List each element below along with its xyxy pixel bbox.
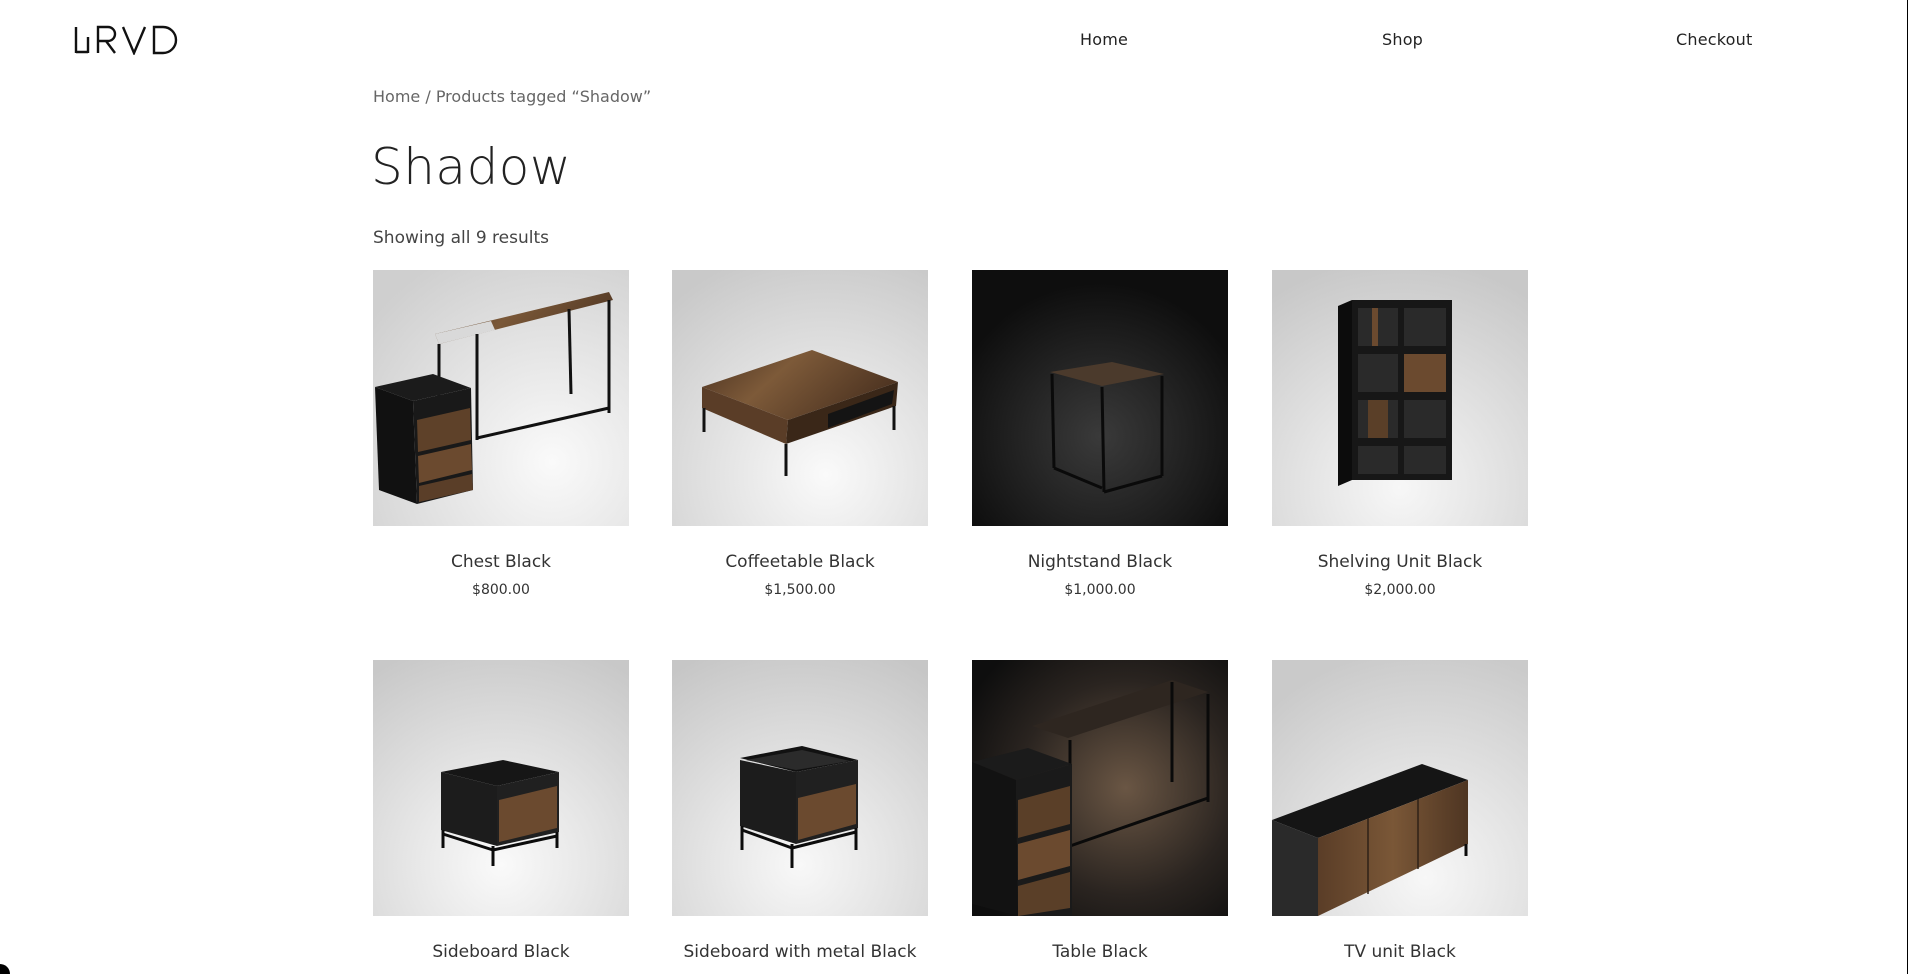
hrvd-logo[interactable]: [74, 25, 182, 55]
nav-checkout-link[interactable]: Checkout: [1676, 30, 1752, 49]
product-name[interactable]: Sideboard with metal Black: [672, 942, 928, 962]
product-image-sideboard[interactable]: [373, 660, 629, 916]
product-card[interactable]: Nightstand Black $1,000.00: [972, 270, 1228, 598]
breadcrumb-current: Products tagged “Shadow”: [435, 87, 652, 106]
nav-shop-link[interactable]: Shop: [1382, 30, 1423, 49]
product-card[interactable]: Sideboard Black: [373, 660, 629, 962]
nav-home-link[interactable]: Home: [1080, 30, 1128, 49]
product-name[interactable]: Sideboard Black: [373, 942, 629, 962]
product-card[interactable]: Sideboard with metal Black: [672, 660, 928, 962]
product-name[interactable]: Coffeetable Black: [672, 552, 928, 572]
breadcrumb-separator: /: [420, 87, 436, 106]
product-image-coffeetable[interactable]: [672, 270, 928, 526]
page-title: Shadow: [371, 138, 572, 196]
product-image-nightstand[interactable]: [972, 270, 1228, 526]
product-image-table[interactable]: [972, 660, 1228, 916]
breadcrumb-home-link[interactable]: Home: [373, 87, 420, 106]
product-card[interactable]: Chest Black $800.00: [373, 270, 629, 598]
product-card[interactable]: Coffeetable Black $1,500.00: [672, 270, 928, 598]
product-image-shelving[interactable]: [1272, 270, 1528, 526]
product-name[interactable]: Table Black: [972, 942, 1228, 962]
result-count: Showing all 9 results: [373, 228, 550, 248]
product-image-tv-unit[interactable]: [1272, 660, 1528, 916]
site-header: Home Shop Checkout: [0, 0, 1908, 80]
window-corner: [0, 964, 10, 974]
product-price: $800.00: [472, 582, 530, 598]
product-price: $1,500.00: [764, 582, 836, 598]
product-name[interactable]: Nightstand Black: [972, 552, 1228, 572]
product-name[interactable]: Chest Black: [373, 552, 629, 572]
product-name[interactable]: TV unit Black: [1272, 942, 1528, 962]
product-image-desk[interactable]: [373, 270, 629, 526]
product-card[interactable]: Shelving Unit Black $2,000.00: [1272, 270, 1528, 598]
product-name[interactable]: Shelving Unit Black: [1272, 552, 1528, 572]
product-card[interactable]: Table Black: [972, 660, 1228, 962]
product-image-sideboard-metal[interactable]: [672, 660, 928, 916]
product-card[interactable]: TV unit Black: [1272, 660, 1528, 962]
product-price: $2,000.00: [1364, 582, 1436, 598]
product-price: $1,000.00: [1064, 582, 1136, 598]
breadcrumb: Home / Products tagged “Shadow”: [373, 87, 651, 106]
